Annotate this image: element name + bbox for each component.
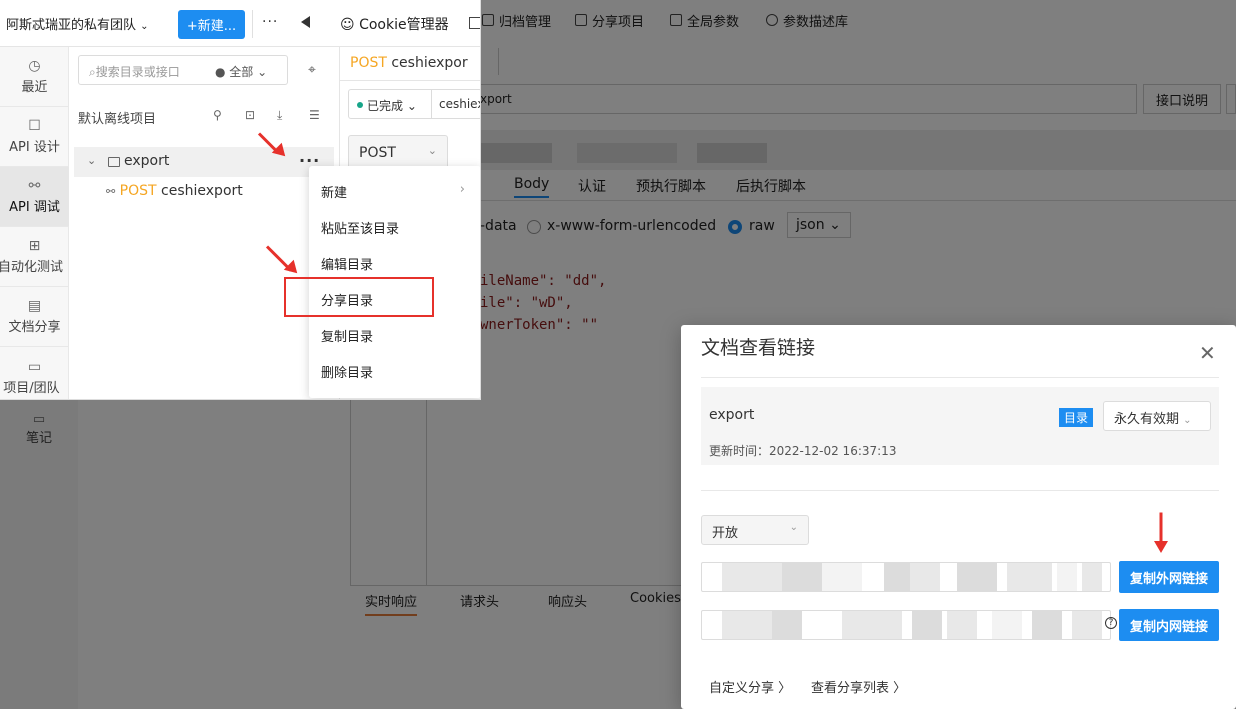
validity-select[interactable]: 永久有效期 ⌄ [1103,401,1211,431]
locate-icon[interactable]: ⌖ [308,62,316,78]
team-icon: ▭ [27,358,42,375]
download-icon[interactable]: ⤓ [277,108,291,122]
panel-icon[interactable] [469,17,480,29]
chevron-down-icon: ⌄ [789,522,798,533]
auto-test-icon: ⊞ [28,238,41,254]
project-name: 默认离线项目 [78,112,157,127]
sidebar-item-recent[interactable]: ◷ 最近 [0,47,69,107]
menu-item-delete-folder[interactable]: 删除目录 [309,352,480,388]
sidebar-item-auto-test[interactable]: ⊞ 自动化测试 [0,227,69,287]
doc-share-icon: ▤ [27,298,42,314]
annotation-arrow [1159,512,1163,545]
team-selector[interactable]: 阿斯忒瑞亚的私有团队 ⌄ [6,14,149,33]
search-icon: ⌕ [89,65,96,79]
sidebar-item-api-debug[interactable]: ⚯ API 调试 [0,167,69,227]
screenshot-crop: 阿斯忒瑞亚的私有团队 ⌄ +新建... ··· ☺ Cookie管理器 ◷ 最近 … [0,0,481,400]
filter-select[interactable]: ● 全部 ⌄ [215,63,267,80]
modal-title: 文档查看链接 [701,337,816,359]
sidebar-item-project-team[interactable]: ▭ 项目/团队 [0,347,69,399]
search-box[interactable]: ⌕搜索目录或接口 ● 全部 ⌄ [78,55,288,85]
search-input[interactable]: ⌕搜索目录或接口 [89,63,180,80]
clock-icon: ◷ [28,58,41,74]
copy-external-link-button[interactable]: 复制外网链接 [1119,561,1219,593]
view-share-list-link[interactable]: 查看分享列表 〉 [811,677,906,696]
link-icon: ⚯ [28,178,41,194]
new-button[interactable]: +新建... [178,10,245,39]
collapse-left-icon[interactable] [301,16,310,28]
sidebar: ◷ 最近 ☐ API 设计 ⚯ API 调试 ⊞ 自动化测试 ▤ 文档分享 ▭ 项目/团队 [0,47,69,399]
doc-info-panel: export 目录 永久有效期 ⌄ 更新时间：2022-12-02 16:37:… [701,387,1219,465]
tree-api-item[interactable]: ⚯ POST ceshiexport [106,183,243,199]
folder-tag: 目录 [1059,408,1094,427]
link-icon: ⚯ [106,185,116,198]
add-folder-icon[interactable]: ⊡ [245,108,259,122]
annotation-arrow-head [1154,541,1168,553]
request-tab[interactable]: POST ceshiexpor [340,47,480,81]
design-icon: ☐ [28,118,41,134]
status-select[interactable]: 已完成 ⌄ ceshiex [348,89,480,119]
more-icon[interactable]: ··· [262,14,278,30]
external-link-field[interactable] [701,562,1111,592]
cookie-manager-tab[interactable]: ☺ Cookie管理器 [340,14,449,34]
collapse-list-icon[interactable]: ☰ [309,108,323,122]
highlight-box [284,277,434,317]
folder-icon [108,157,120,167]
updated-time: 更新时间：2022-12-02 16:37:13 [709,444,897,458]
status-dot [357,102,363,108]
chevron-right-icon: › [459,182,465,197]
custom-share-link[interactable]: 自定义分享 〉 [709,677,791,696]
menu-item-new[interactable]: 新建 › [309,172,480,208]
sidebar-item-api-design[interactable]: ☐ API 设计 [0,107,69,167]
sidebar-item-doc-share[interactable]: ▤ 文档分享 [0,287,69,347]
help-icon[interactable]: ? [1105,617,1117,629]
chevron-down-icon: ⌄ [140,21,149,32]
doc-name: export [709,407,755,423]
copy-internal-link-button[interactable]: 复制内网链接 [1119,609,1219,641]
access-select[interactable]: 开放 ⌄ [701,515,809,545]
watermark: CSDN @卢卡平头哥 [1025,682,1191,703]
menu-item-paste[interactable]: 粘贴至该目录 [309,208,480,244]
add-api-icon[interactable]: ⚲ [213,108,227,122]
chevron-down-icon[interactable]: ⌄ [87,154,96,167]
internal-link-field[interactable] [701,610,1111,640]
annotation-arrow-head [283,259,303,279]
menu-item-edit-folder[interactable]: 编辑目录 [309,244,480,280]
chevron-down-icon: ⌄ [1183,415,1192,426]
share-link-modal: 文档查看链接 ✕ export 目录 永久有效期 ⌄ 更新时间：2022-12-… [681,325,1236,709]
chevron-down-icon: ⌄ [427,144,437,157]
top-bar: 阿斯忒瑞亚的私有团队 ⌄ +新建... ··· ☺ Cookie管理器 [0,0,480,47]
close-icon[interactable]: ✕ [1199,341,1216,365]
menu-item-copy-folder[interactable]: 复制目录 [309,316,480,352]
cookie-icon: ☺ [340,17,355,33]
tree-folder-export[interactable]: ⌄ export ··· [74,147,334,177]
